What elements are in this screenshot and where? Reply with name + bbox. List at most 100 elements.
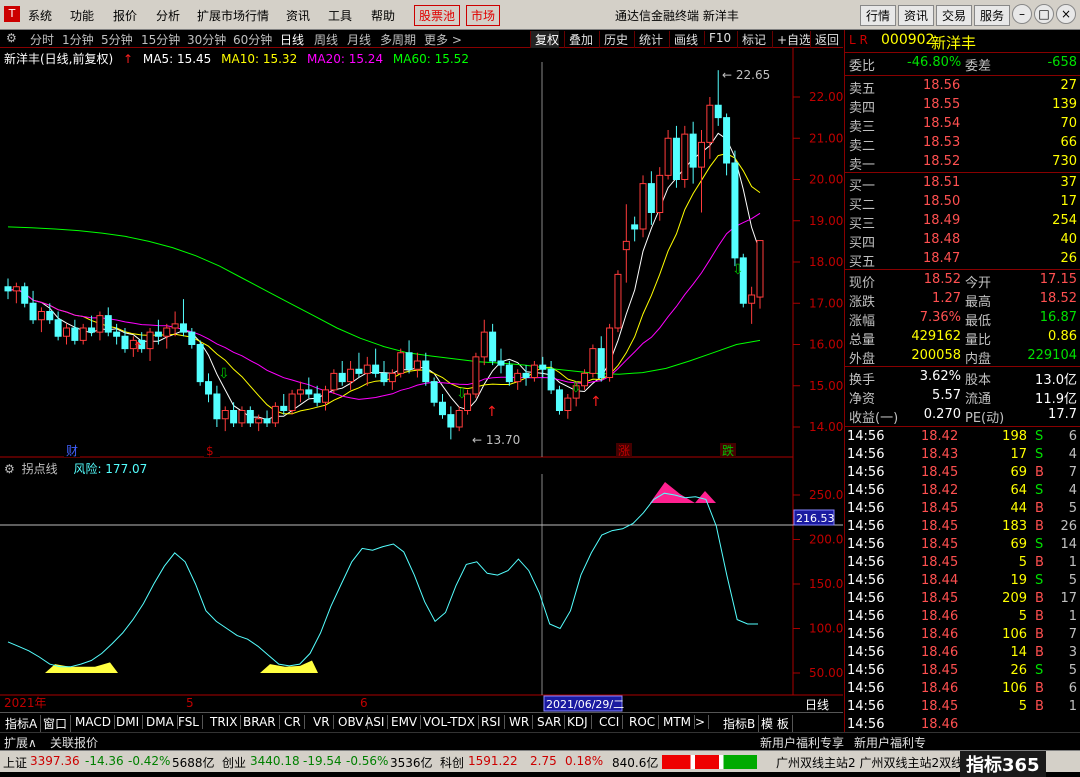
fund-label: 净资: [849, 392, 876, 407]
indicator-tab[interactable]: 指标A: [2, 715, 42, 732]
tick-time: 14:56: [847, 573, 885, 588]
candle-body: [689, 133, 697, 168]
tick-volume: 183: [1002, 519, 1027, 534]
candle-body: [597, 348, 605, 378]
tick-price: 18.42: [921, 483, 959, 498]
candle-body: [21, 286, 29, 304]
tick-volume: 69: [1010, 537, 1027, 552]
kc-index-pct: 0.18%: [565, 754, 604, 768]
indicator-tab[interactable]: TRIX: [207, 715, 242, 729]
ask-row-5[interactable]: 卖五 18.56 27: [845, 77, 1080, 97]
high-label: ← 22.65: [722, 68, 770, 82]
promo-link-2[interactable]: 新用户福利专: [854, 734, 926, 751]
candle-body: [37, 311, 45, 321]
maximize-icon[interactable]: □: [1034, 4, 1054, 24]
tick-time: 14:56: [847, 645, 885, 660]
indicator-tab[interactable]: CCI: [596, 715, 624, 729]
tick-row: 14:56 18.45 26 S 5: [845, 662, 1080, 680]
promo-link-1[interactable]: 新用户福利专享: [760, 734, 844, 751]
bid-row-4[interactable]: 买四 18.48 40: [845, 231, 1080, 251]
candle-body: [647, 183, 655, 213]
indicator-tab[interactable]: CR: [281, 715, 305, 729]
bid-row-5[interactable]: 买五 18.47 26: [845, 250, 1080, 270]
kline-chart[interactable]: ↑ ⇩ ↑ ⇩ ↑ ⇩ ⇩ 22.00 21.00 20.00 19.00 18.00 17.00 16…: [0, 0, 844, 712]
tick-row: 14:56 18.45 44 B 5: [845, 500, 1080, 518]
indicator-tab[interactable]: MACD: [72, 715, 115, 729]
extend-toggle[interactable]: 扩展∧: [4, 734, 37, 751]
ask-row-4[interactable]: 卖四 18.55 139: [845, 96, 1080, 116]
tick-side: B: [1035, 501, 1044, 516]
stat-value: 18.52: [1039, 291, 1077, 306]
close-icon[interactable]: ×: [1056, 4, 1076, 24]
price-tick-label: 14.00: [809, 420, 843, 434]
bid-row-1[interactable]: 买一 18.51 37: [845, 174, 1080, 194]
indicator-tab[interactable]: VOL-TDX: [420, 715, 479, 729]
ask-price: 18.54: [923, 116, 961, 131]
candle-body: [723, 117, 731, 164]
cy-index-label[interactable]: 创业: [222, 754, 246, 771]
price-tick-label: 20.00: [809, 173, 843, 187]
indicator-tab[interactable]: 窗口: [40, 715, 72, 732]
indicator-tab[interactable]: FSL: [175, 715, 203, 729]
tick-volume: 44: [1010, 501, 1027, 516]
candle-body: [305, 389, 313, 395]
indicator-tab[interactable]: SAR: [534, 715, 566, 729]
stat-label: 涨跌: [849, 295, 876, 310]
tick-side: S: [1035, 483, 1044, 498]
indicator-tab[interactable]: 指标B: [720, 715, 760, 732]
tick-count: 1: [1068, 609, 1077, 624]
candle-body: [246, 410, 254, 424]
bid-row-3[interactable]: 买三 18.49 254: [845, 212, 1080, 232]
tick-time: 14:56: [847, 537, 885, 552]
candle-body: [121, 335, 129, 350]
quote-button[interactable]: 行情: [860, 5, 897, 26]
related-quote[interactable]: 关联报价: [50, 734, 98, 751]
sh-index-label[interactable]: 上证: [3, 754, 27, 771]
indicator-tab[interactable]: WR: [506, 715, 534, 729]
indicator-tab[interactable]: >: [692, 715, 710, 729]
indicator-panel: [7, 482, 758, 673]
indicator-tab[interactable]: RSI: [478, 715, 505, 729]
ask-row-1[interactable]: 卖一 18.52 730: [845, 153, 1080, 173]
trade-button[interactable]: 交易: [936, 5, 973, 26]
stat-label: 外盘: [849, 352, 876, 367]
info-button[interactable]: 资讯: [898, 5, 935, 26]
tick-volume: 5: [1018, 555, 1027, 570]
ask-row-2[interactable]: 卖二 18.53 66: [845, 134, 1080, 154]
candle-body: [447, 414, 455, 428]
tick-row: 14:56 18.45 183 B 26: [845, 518, 1080, 536]
indicator-tab[interactable]: EMV: [388, 715, 422, 729]
bid-volume: 254: [1052, 213, 1077, 228]
candle-body: [639, 183, 647, 230]
indicator-tab[interactable]: ASI: [362, 715, 389, 729]
sub-settings-icon[interactable]: ⚙: [4, 462, 15, 476]
indicator-tab[interactable]: 模 板: [758, 715, 793, 732]
candle-body: [714, 104, 722, 119]
stat-row: 总量 429162 量比 0.86: [845, 328, 1080, 348]
indicator-tab[interactable]: DMA: [143, 715, 178, 729]
stock-code[interactable]: 000902: [881, 32, 934, 48]
tick-price: 18.45: [921, 555, 959, 570]
stat-value: 18.52: [923, 272, 961, 287]
minimize-icon[interactable]: –: [1012, 4, 1032, 24]
candle-body: [330, 372, 338, 391]
candle-body: [731, 162, 739, 259]
stock-name[interactable]: 新洋丰: [931, 32, 976, 53]
indicator-tab[interactable]: VR: [310, 715, 334, 729]
indicator-tab[interactable]: BRAR: [240, 715, 280, 729]
stat-value: 0.86: [1048, 329, 1077, 344]
indicator-tab[interactable]: KDJ: [564, 715, 592, 729]
kc-index-label[interactable]: 科创: [440, 754, 464, 771]
stat-row: 涨跌 1.27 最高 18.52: [845, 290, 1080, 310]
indicator-tab[interactable]: ROC: [626, 715, 660, 729]
indicator-tab[interactable]: DMI: [113, 715, 144, 729]
up-arrow-icon: ↑: [123, 52, 134, 66]
bid-row-2[interactable]: 买二 18.50 17: [845, 193, 1080, 213]
ask-row-3[interactable]: 卖三 18.54 70: [845, 115, 1080, 135]
service-button[interactable]: 服务: [974, 5, 1011, 26]
tick-side: S: [1035, 429, 1044, 444]
sub-indicator-name[interactable]: 拐点线: [22, 462, 58, 476]
candle-body: [288, 393, 296, 411]
indicator-tab[interactable]: MTM: [660, 715, 696, 729]
tick-side: S: [1035, 447, 1044, 462]
